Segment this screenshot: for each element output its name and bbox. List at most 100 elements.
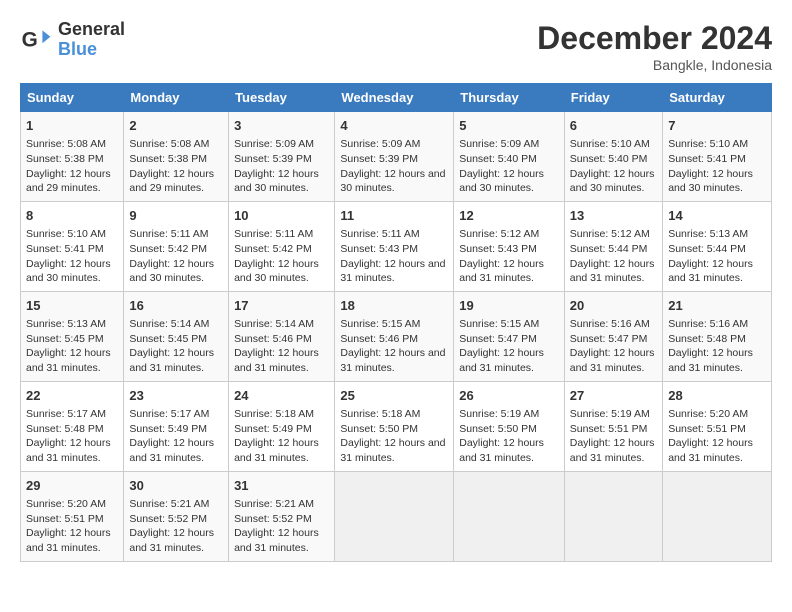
table-row: 24 Sunrise: 5:18 AMSunset: 5:49 PMDayligh… [229, 381, 335, 471]
day-number: 18 [340, 297, 448, 315]
table-row: 18 Sunrise: 5:15 AMSunset: 5:46 PMDayligh… [335, 291, 454, 381]
calendar-week-5: 29Sunrise: 5:20 AMSunset: 5:51 PMDayligh… [21, 471, 772, 561]
day-info: Sunrise: 5:11 AMSunset: 5:42 PMDaylight:… [129, 227, 223, 286]
day-info: Sunrise: 5:20 AMSunset: 5:51 PMDaylight:… [668, 407, 766, 466]
table-row [564, 471, 662, 561]
table-row [663, 471, 772, 561]
day-info: Sunrise: 5:15 AMSunset: 5:47 PMDaylight:… [459, 317, 559, 376]
day-info: Sunrise: 5:13 AMSunset: 5:44 PMDaylight:… [668, 227, 766, 286]
day-info: Sunrise: 5:20 AMSunset: 5:51 PMDaylight:… [26, 497, 118, 556]
day-info: Sunrise: 5:21 AMSunset: 5:52 PMDaylight:… [129, 497, 223, 556]
table-row [335, 471, 454, 561]
table-row [454, 471, 565, 561]
day-number: 27 [570, 387, 657, 405]
day-number: 5 [459, 117, 559, 135]
calendar-week-1: 1 Sunrise: 5:08 AMSunset: 5:38 PMDaylight… [21, 112, 772, 202]
day-number: 22 [26, 387, 118, 405]
day-number: 17 [234, 297, 329, 315]
logo-icon: G [20, 24, 52, 56]
day-number: 16 [129, 297, 223, 315]
table-row: 14 Sunrise: 5:13 AMSunset: 5:44 PMDayligh… [663, 201, 772, 291]
header-wednesday: Wednesday [335, 84, 454, 112]
header-sunday: Sunday [21, 84, 124, 112]
calendar-body: 1 Sunrise: 5:08 AMSunset: 5:38 PMDaylight… [21, 112, 772, 562]
day-info: Sunrise: 5:15 AMSunset: 5:46 PMDaylight:… [340, 317, 448, 376]
table-row: 31Sunrise: 5:21 AMSunset: 5:52 PMDayligh… [229, 471, 335, 561]
table-row: 23Sunrise: 5:17 AMSunset: 5:49 PMDayligh… [124, 381, 229, 471]
day-info: Sunrise: 5:17 AMSunset: 5:48 PMDaylight:… [26, 407, 118, 466]
day-info: Sunrise: 5:12 AMSunset: 5:44 PMDaylight:… [570, 227, 657, 286]
table-row: 8Sunrise: 5:10 AMSunset: 5:41 PMDaylight… [21, 201, 124, 291]
day-number: 3 [234, 117, 329, 135]
day-info: Sunrise: 5:09 AMSunset: 5:40 PMDaylight:… [459, 137, 559, 196]
header-saturday: Saturday [663, 84, 772, 112]
day-info: Sunrise: 5:13 AMSunset: 5:45 PMDaylight:… [26, 317, 118, 376]
day-number: 24 [234, 387, 329, 405]
day-info: Sunrise: 5:09 AMSunset: 5:39 PMDaylight:… [234, 137, 329, 196]
svg-text:G: G [22, 28, 38, 51]
day-info: Sunrise: 5:18 AMSunset: 5:49 PMDaylight:… [234, 407, 329, 466]
table-row: 1Sunrise: 5:08 AMSunset: 5:38 PMDaylight… [21, 112, 124, 202]
day-number: 30 [129, 477, 223, 495]
table-row: 20 Sunrise: 5:16 AMSunset: 5:47 PMDayligh… [564, 291, 662, 381]
table-row: 16 Sunrise: 5:14 AMSunset: 5:45 PMDayligh… [124, 291, 229, 381]
header-monday: Monday [124, 84, 229, 112]
calendar-header-row: SundayMondayTuesdayWednesdayThursdayFrid… [21, 84, 772, 112]
calendar-week-3: 15 Sunrise: 5:13 AMSunset: 5:45 PMDayligh… [21, 291, 772, 381]
day-info: Sunrise: 5:12 AMSunset: 5:43 PMDaylight:… [459, 227, 559, 286]
day-number: 15 [26, 297, 118, 315]
day-info: Sunrise: 5:08 AMSunset: 5:38 PMDaylight:… [129, 137, 223, 196]
table-row: 27Sunrise: 5:19 AMSunset: 5:51 PMDayligh… [564, 381, 662, 471]
table-row: 28 Sunrise: 5:20 AMSunset: 5:51 PMDayligh… [663, 381, 772, 471]
day-info: Sunrise: 5:17 AMSunset: 5:49 PMDaylight:… [129, 407, 223, 466]
table-row: 17 Sunrise: 5:14 AMSunset: 5:46 PMDayligh… [229, 291, 335, 381]
header-tuesday: Tuesday [229, 84, 335, 112]
day-info: Sunrise: 5:16 AMSunset: 5:48 PMDaylight:… [668, 317, 766, 376]
day-info: Sunrise: 5:19 AMSunset: 5:50 PMDaylight:… [459, 407, 559, 466]
day-number: 12 [459, 207, 559, 225]
calendar-table: SundayMondayTuesdayWednesdayThursdayFrid… [20, 83, 772, 562]
table-row: 9Sunrise: 5:11 AMSunset: 5:42 PMDaylight… [124, 201, 229, 291]
table-row: 12 Sunrise: 5:12 AMSunset: 5:43 PMDayligh… [454, 201, 565, 291]
table-row: 29Sunrise: 5:20 AMSunset: 5:51 PMDayligh… [21, 471, 124, 561]
table-row: 2Sunrise: 5:08 AMSunset: 5:38 PMDaylight… [124, 112, 229, 202]
day-number: 26 [459, 387, 559, 405]
table-row: 22 Sunrise: 5:17 AMSunset: 5:48 PMDayligh… [21, 381, 124, 471]
calendar-week-4: 22 Sunrise: 5:17 AMSunset: 5:48 PMDayligh… [21, 381, 772, 471]
logo: G General Blue [20, 20, 125, 60]
day-info: Sunrise: 5:14 AMSunset: 5:46 PMDaylight:… [234, 317, 329, 376]
day-number: 8 [26, 207, 118, 225]
subtitle: Bangkle, Indonesia [537, 57, 772, 73]
day-number: 20 [570, 297, 657, 315]
day-number: 28 [668, 387, 766, 405]
calendar-week-2: 8Sunrise: 5:10 AMSunset: 5:41 PMDaylight… [21, 201, 772, 291]
header-thursday: Thursday [454, 84, 565, 112]
day-number: 14 [668, 207, 766, 225]
logo-text: General Blue [58, 20, 125, 60]
table-row: 13 Sunrise: 5:12 AMSunset: 5:44 PMDayligh… [564, 201, 662, 291]
day-number: 19 [459, 297, 559, 315]
title-block: December 2024 Bangkle, Indonesia [537, 20, 772, 73]
day-info: Sunrise: 5:09 AMSunset: 5:39 PMDaylight:… [340, 137, 448, 196]
table-row: 7 Sunrise: 5:10 AMSunset: 5:41 PMDaylight… [663, 112, 772, 202]
day-info: Sunrise: 5:21 AMSunset: 5:52 PMDaylight:… [234, 497, 329, 556]
table-row: 3 Sunrise: 5:09 AMSunset: 5:39 PMDaylight… [229, 112, 335, 202]
day-info: Sunrise: 5:14 AMSunset: 5:45 PMDaylight:… [129, 317, 223, 376]
day-info: Sunrise: 5:16 AMSunset: 5:47 PMDaylight:… [570, 317, 657, 376]
day-info: Sunrise: 5:10 AMSunset: 5:41 PMDaylight:… [668, 137, 766, 196]
day-number: 1 [26, 117, 118, 135]
day-number: 4 [340, 117, 448, 135]
day-number: 13 [570, 207, 657, 225]
day-info: Sunrise: 5:11 AMSunset: 5:42 PMDaylight:… [234, 227, 329, 286]
table-row: 4 Sunrise: 5:09 AMSunset: 5:39 PMDaylight… [335, 112, 454, 202]
table-row: 26 Sunrise: 5:19 AMSunset: 5:50 PMDayligh… [454, 381, 565, 471]
table-row: 10 Sunrise: 5:11 AMSunset: 5:42 PMDayligh… [229, 201, 335, 291]
table-row: 15 Sunrise: 5:13 AMSunset: 5:45 PMDayligh… [21, 291, 124, 381]
day-number: 7 [668, 117, 766, 135]
table-row: 21Sunrise: 5:16 AMSunset: 5:48 PMDayligh… [663, 291, 772, 381]
page-header: G General Blue December 2024 Bangkle, In… [20, 20, 772, 73]
day-info: Sunrise: 5:18 AMSunset: 5:50 PMDaylight:… [340, 407, 448, 466]
day-number: 10 [234, 207, 329, 225]
table-row: 6Sunrise: 5:10 AMSunset: 5:40 PMDaylight… [564, 112, 662, 202]
day-number: 11 [340, 207, 448, 225]
